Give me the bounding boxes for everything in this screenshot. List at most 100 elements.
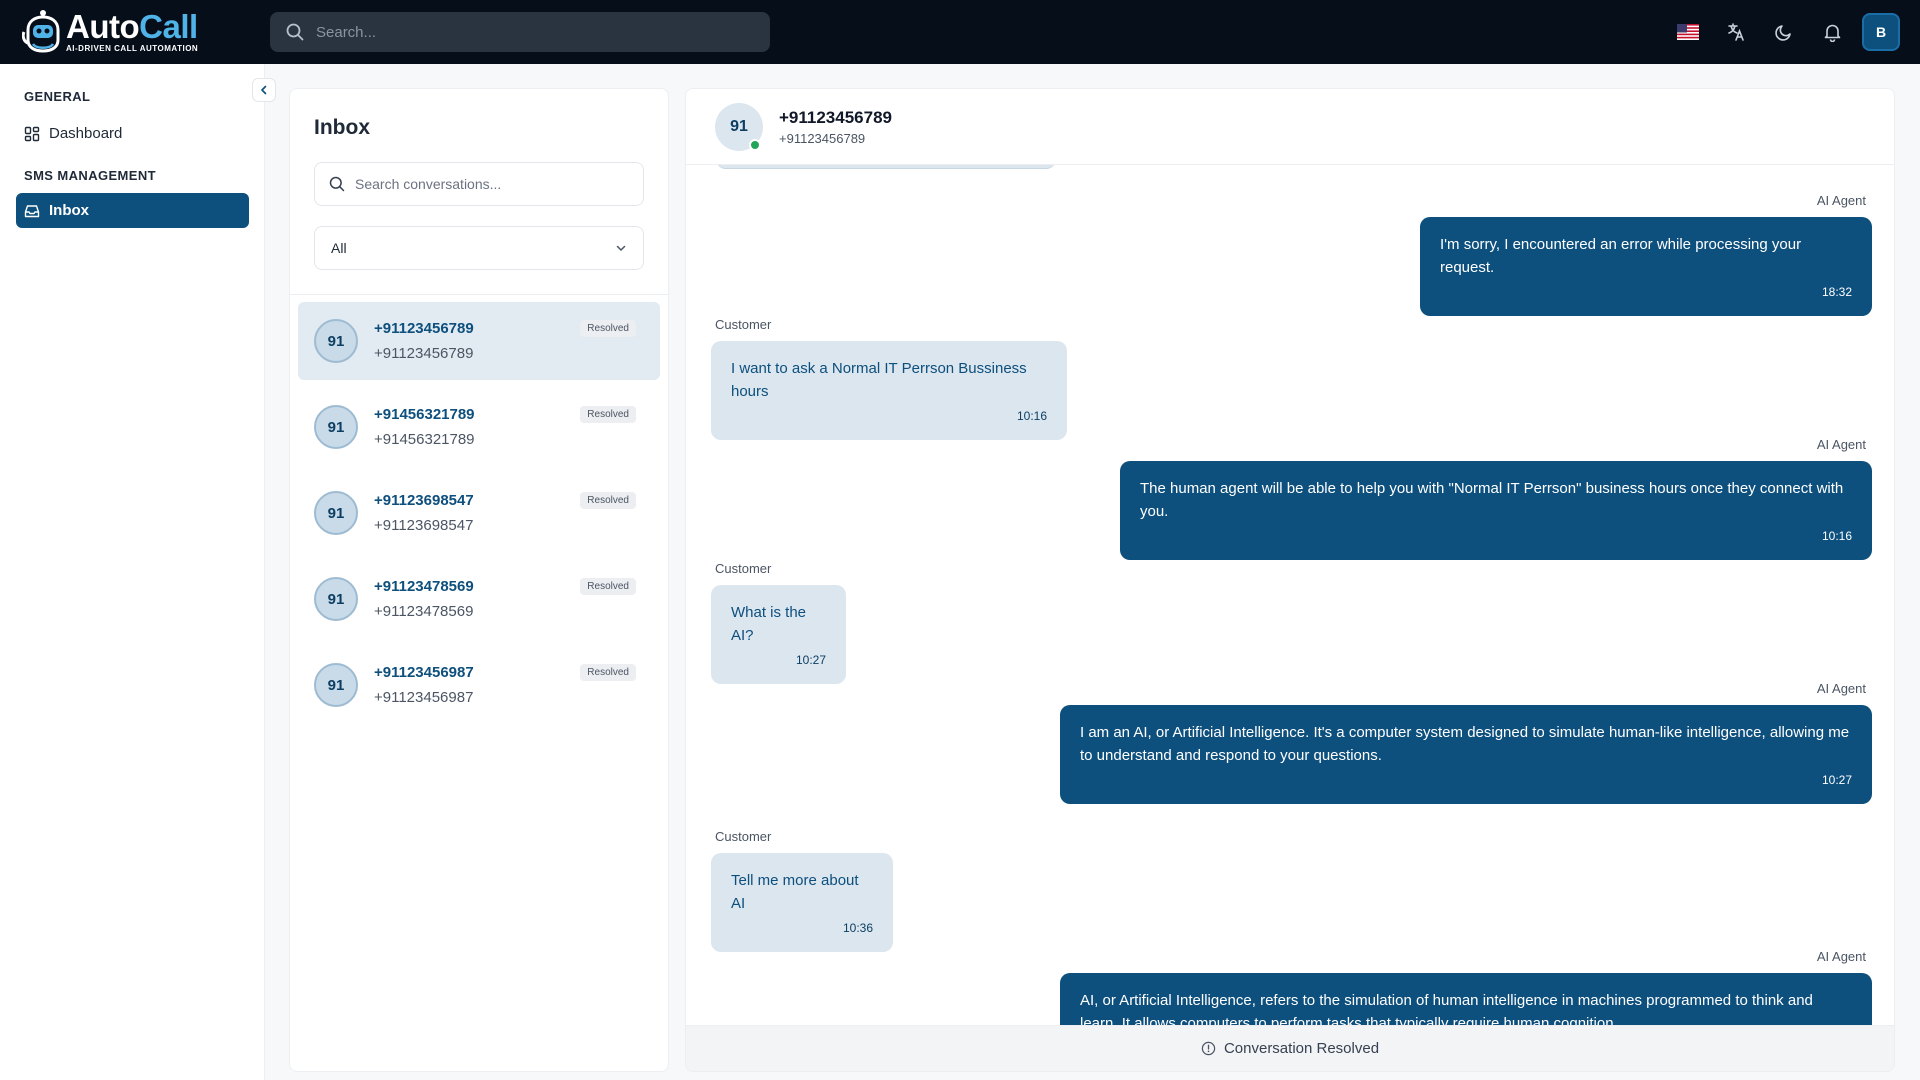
language-button[interactable] — [1668, 12, 1708, 52]
global-search — [270, 12, 770, 52]
conversation-search-input[interactable] — [355, 176, 635, 192]
global-search-input[interactable] — [316, 23, 736, 41]
status-badge: Resolved — [580, 664, 636, 681]
message-text: I am an AI, or Artificial Intelligence. … — [1080, 724, 1850, 764]
conversation-number: +91456321789 — [374, 431, 475, 448]
chevron-down-icon — [616, 245, 626, 251]
status-badge: Resolved — [580, 320, 636, 337]
customer-message-bubble: Tell me more about AI 10:36 — [711, 853, 893, 952]
autocall-logo[interactable]: AutoCall AI-DRIVEN CALL AUTOMATION — [22, 8, 198, 56]
search-icon — [286, 23, 304, 41]
topbar-actions: B — [1660, 12, 1900, 52]
conversation-avatar: 91 — [314, 577, 358, 621]
inbox-panel: Inbox All 91 +91123456789 +91123456789 R… — [289, 88, 669, 1072]
agent-message-bubble: AI, or Artificial Intelligence, refers t… — [1060, 973, 1872, 1025]
chat-panel: 91 +91123456789 +91123456789 AI Agent I'… — [685, 88, 1895, 1072]
message-sender: Customer — [715, 561, 772, 576]
conversation-name: +91123478569 — [374, 578, 474, 595]
message-sender: Customer — [715, 317, 772, 332]
message-text: The human agent will be able to help you… — [1140, 480, 1844, 520]
notifications-button[interactable] — [1812, 12, 1852, 52]
conversation-search — [314, 162, 644, 206]
conversation-avatar: 91 — [314, 319, 358, 363]
inbox-title: Inbox — [314, 116, 370, 139]
conversation-avatar: 91 — [314, 491, 358, 535]
conversation-avatar: 91 — [314, 405, 358, 449]
search-icon — [329, 176, 345, 192]
message-time: 10:16 — [1821, 529, 1852, 543]
us-flag-icon — [1677, 24, 1699, 40]
message-text: AI, or Artificial Intelligence, refers t… — [1080, 992, 1813, 1025]
message-text: I want to ask a Normal IT Perrson Bussin… — [731, 360, 1027, 400]
status-badge: Resolved — [580, 492, 636, 509]
message-sender: AI Agent — [1816, 193, 1866, 208]
message-thread[interactable]: AI Agent I'm sorry, I encountered an err… — [686, 165, 1894, 1025]
sidebar-section-general: GENERAL — [24, 89, 91, 104]
chat-header: 91 +91123456789 +91123456789 — [686, 89, 1894, 165]
conversation-number: +91123478569 — [374, 603, 474, 620]
conversation-name: +91123698547 — [374, 492, 474, 509]
conversation-list: 91 +91123456789 +91123456789 Resolved 91… — [298, 302, 660, 732]
chat-contact-number: +91123456789 — [779, 131, 866, 146]
conversation-number: +91123698547 — [374, 517, 474, 534]
conversation-item[interactable]: 91 +91123478569 +91123478569 Resolved — [298, 560, 660, 638]
inbox-icon — [24, 204, 40, 217]
conversation-status-footer: Conversation Resolved — [686, 1025, 1894, 1071]
sidebar-item-dashboard[interactable]: Dashboard — [16, 116, 249, 151]
agent-message-bubble: I am an AI, or Artificial Intelligence. … — [1060, 705, 1872, 804]
chat-contact-name: +91123456789 — [779, 108, 892, 127]
sidebar-item-inbox[interactable]: Inbox — [16, 193, 249, 228]
message-time: 10:27 — [795, 653, 826, 667]
logo-text: AutoCall AI-DRIVEN CALL AUTOMATION — [66, 8, 199, 53]
status-filter-value: All — [331, 240, 347, 256]
info-circle-icon — [1201, 1041, 1216, 1056]
status-badge: Resolved — [580, 578, 636, 595]
conversation-number: +91123456789 — [374, 345, 474, 362]
message-sender: AI Agent — [1816, 437, 1866, 452]
logo-wordmark: AutoCall — [66, 8, 198, 45]
agent-message-bubble: The human agent will be able to help you… — [1120, 461, 1872, 560]
translate-button[interactable] — [1716, 12, 1756, 52]
message-time: 10:16 — [1016, 409, 1047, 423]
message-time: 10:36 — [842, 921, 873, 935]
bell-icon — [1824, 24, 1840, 42]
message-text: I'm sorry, I encountered an error while … — [1440, 236, 1802, 276]
conversation-item[interactable]: 91 +91123698547 +91123698547 Resolved — [298, 474, 660, 552]
customer-message-bubble: I want to ask a Normal IT Perrson Bussin… — [711, 341, 1067, 440]
sidebar-item-label: Inbox — [49, 202, 89, 219]
user-avatar-button[interactable]: B — [1862, 13, 1900, 51]
message-text: Tell me more about AI — [731, 872, 859, 912]
moon-icon — [1775, 25, 1791, 41]
conversation-name: +91456321789 — [374, 406, 475, 423]
sidebar-collapse-button[interactable] — [252, 78, 276, 102]
conversation-status-label: Conversation Resolved — [1223, 1040, 1380, 1057]
conversation-item[interactable]: 91 +91123456987 +91123456987 Resolved — [298, 646, 660, 724]
message-text: What is the AI? — [731, 604, 807, 644]
message-time: 10:27 — [1821, 773, 1852, 787]
robot-logo-icon — [22, 10, 60, 53]
translate-icon — [1728, 23, 1744, 41]
conversation-name: +91123456789 — [374, 320, 474, 337]
logo-word-call: Call — [139, 8, 198, 45]
status-badge: Resolved — [580, 406, 636, 423]
inbox-divider — [290, 294, 668, 295]
message-bubble-partial — [716, 165, 1056, 169]
dashboard-grid-icon — [24, 126, 40, 141]
conversation-number: +91123456987 — [374, 689, 474, 706]
conversation-avatar: 91 — [314, 663, 358, 707]
message-sender: Customer — [715, 829, 772, 844]
logo-tagline: AI-DRIVEN CALL AUTOMATION — [66, 44, 199, 53]
logo-word-auto: Auto — [66, 8, 140, 45]
sidebar-item-label: Dashboard — [49, 125, 123, 142]
status-filter-select[interactable]: All — [314, 226, 644, 270]
message-time: 18:32 — [1821, 285, 1852, 299]
conversation-name: +91123456987 — [374, 664, 474, 681]
conversation-item[interactable]: 91 +91123456789 +91123456789 Resolved — [298, 302, 660, 380]
online-status-indicator — [749, 139, 761, 151]
conversation-item[interactable]: 91 +91456321789 +91456321789 Resolved — [298, 388, 660, 466]
theme-toggle-button[interactable] — [1764, 12, 1804, 52]
sidebar-section-sms-management: SMS MANAGEMENT — [24, 168, 156, 183]
chevron-left-icon — [261, 85, 267, 95]
agent-message-bubble: I'm sorry, I encountered an error while … — [1420, 217, 1872, 316]
message-sender: AI Agent — [1816, 681, 1866, 696]
